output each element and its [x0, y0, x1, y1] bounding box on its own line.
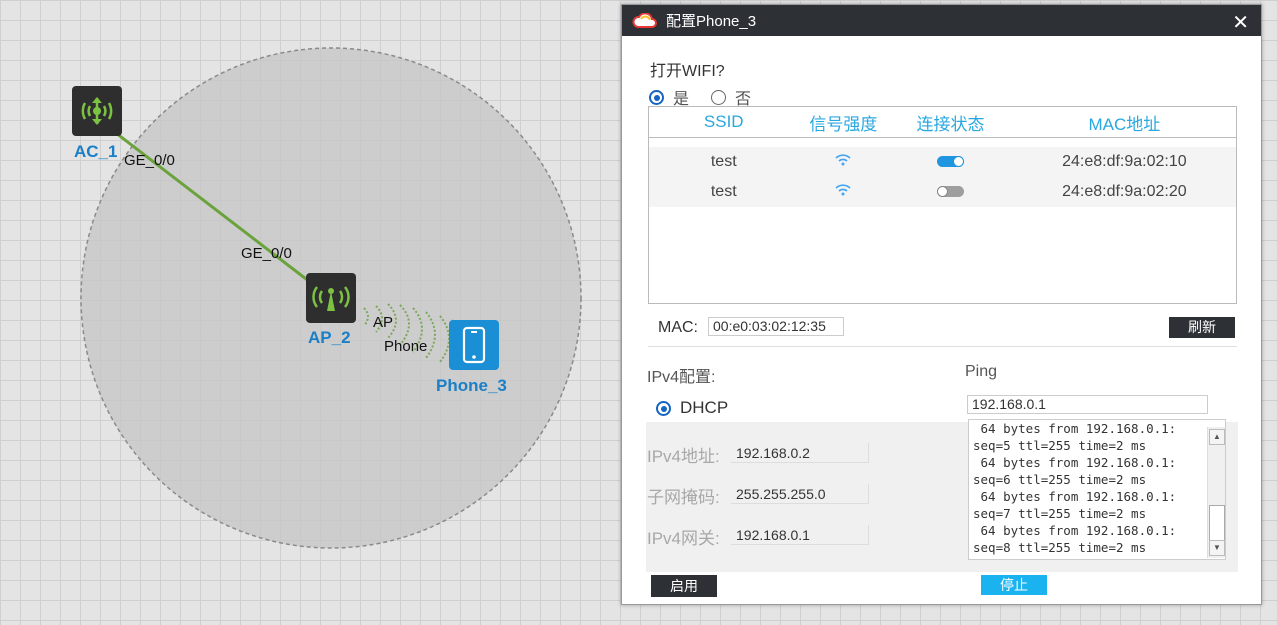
- section-divider: [648, 346, 1237, 347]
- signal-cell: [798, 153, 888, 171]
- subnet-mask-field[interactable]: 255.255.255.0: [731, 484, 869, 504]
- wifi-question-label: 打开WIFI?: [650, 63, 725, 80]
- mac-header: MAC地址: [1088, 114, 1161, 134]
- phone-config-dialog: 配置Phone_3 ✕ 打开WIFI? 是 否 SSID 信号强度 连接状态 M…: [621, 4, 1262, 605]
- access-controller-icon: [81, 97, 113, 125]
- dhcp-label: DHCP: [680, 398, 729, 417]
- wifi-ap-label: AP: [373, 314, 394, 331]
- wifi-network-table: SSID 信号强度 连接状态 MAC地址 test 24:e8:df:9a:02…: [648, 106, 1237, 304]
- table-header: SSID 信号强度 连接状态 MAC地址: [649, 107, 1236, 138]
- ap-node-icon[interactable]: [306, 273, 356, 323]
- refresh-button[interactable]: 刷新: [1169, 317, 1235, 338]
- ipv4-address-field[interactable]: 192.168.0.2: [731, 443, 869, 463]
- dialog-title: 配置Phone_3: [666, 13, 757, 30]
- scroll-down-icon[interactable]: ▼: [1209, 540, 1225, 556]
- connection-toggle[interactable]: [936, 186, 964, 198]
- stop-ping-button[interactable]: 停止: [981, 575, 1047, 595]
- connection-toggle[interactable]: [936, 156, 964, 168]
- subnet-mask-label: 子网掩码:: [647, 488, 720, 507]
- scroll-up-icon[interactable]: ▲: [1209, 429, 1225, 445]
- ssid-header: SSID: [703, 112, 744, 131]
- scroll-thumb[interactable]: [1209, 505, 1225, 542]
- ping-output-log[interactable]: 64 bytes from 192.168.0.1: seq=5 ttl=255…: [968, 419, 1226, 560]
- ac-port-label: GE_0/0: [124, 152, 175, 169]
- access-point-icon: [312, 286, 350, 311]
- close-icon[interactable]: ✕: [1232, 10, 1249, 35]
- gateway-label: IPv4网关:: [647, 529, 720, 548]
- ac-node-icon[interactable]: [72, 86, 122, 136]
- wifi-signal-icon: [835, 184, 851, 196]
- dialog-titlebar[interactable]: 配置Phone_3 ✕: [622, 5, 1261, 36]
- gateway-field[interactable]: 192.168.0.1: [731, 525, 869, 545]
- ap-port-label: GE_0/0: [241, 245, 292, 262]
- dhcp-radio[interactable]: [656, 400, 671, 416]
- ac-node-label: AC_1: [74, 142, 118, 161]
- mac-label: MAC:: [658, 319, 698, 336]
- wifi-no-radio[interactable]: [711, 89, 726, 105]
- table-row[interactable]: test 24:e8:df:9a:02:20: [649, 177, 1236, 207]
- ping-section-label: Ping: [965, 363, 998, 380]
- ipv4-address-label: IPv4地址:: [647, 447, 720, 466]
- phone-node-icon[interactable]: [449, 320, 499, 370]
- cloud-logo-icon: [632, 12, 657, 28]
- signal-header: 信号强度: [809, 114, 878, 134]
- wifi-yes-radio[interactable]: [649, 89, 664, 105]
- table-row[interactable]: test 24:e8:df:9a:02:10: [649, 147, 1236, 177]
- ipv4-section-label: IPv4配置:: [647, 369, 716, 386]
- dhcp-option[interactable]: DHCP: [656, 398, 728, 418]
- mac-cell: 24:e8:df:9a:02:20: [1062, 183, 1187, 200]
- ssid-cell: test: [710, 183, 737, 200]
- ssid-cell: test: [710, 153, 737, 170]
- ap-node-label: AP_2: [308, 328, 351, 347]
- phone-node-label: Phone_3: [436, 376, 507, 395]
- status-header: 连接状态: [916, 114, 985, 134]
- enable-button[interactable]: 启用: [651, 575, 717, 597]
- ping-output-scrollbar[interactable]: ▲ ▼: [1207, 427, 1225, 558]
- wifi-phone-label: Phone: [384, 338, 428, 355]
- ping-target-field[interactable]: 192.168.0.1: [967, 395, 1208, 414]
- status-cell: [888, 183, 1013, 201]
- mac-cell: 24:e8:df:9a:02:10: [1062, 153, 1187, 170]
- phone-icon: [462, 326, 486, 364]
- status-cell: [888, 153, 1013, 171]
- signal-cell: [798, 183, 888, 201]
- wifi-signal-icon: [835, 154, 851, 166]
- mac-field[interactable]: 00:e0:03:02:12:35: [708, 317, 844, 336]
